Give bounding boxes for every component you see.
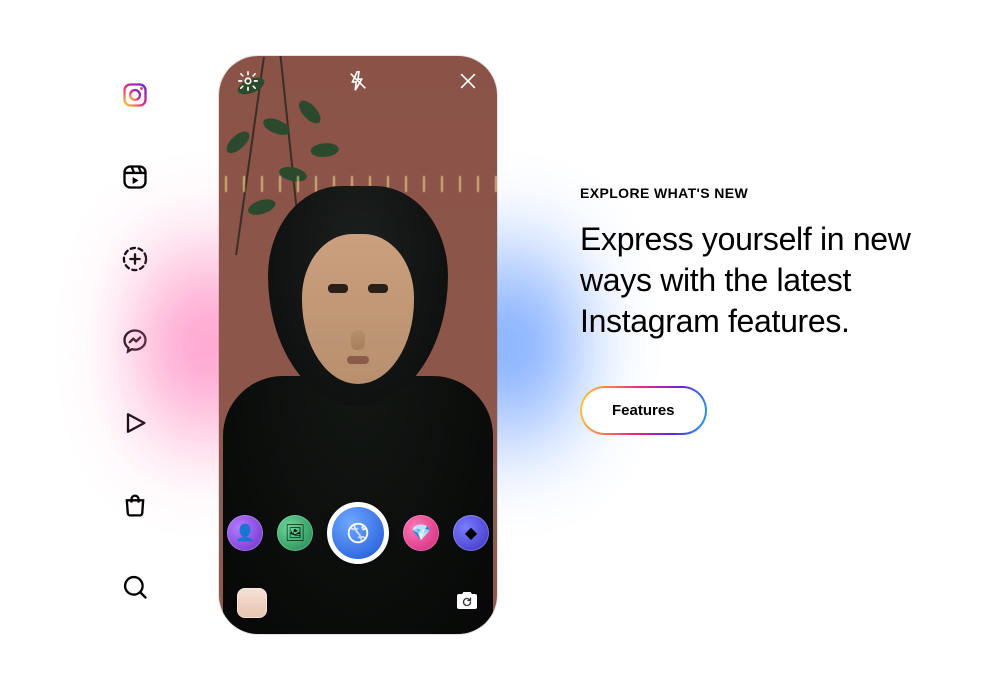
create-icon[interactable]: [120, 244, 150, 274]
phone-screen: 👤 🖼 💎 ◆: [218, 55, 498, 635]
instagram-icon[interactable]: [120, 80, 150, 110]
headline-text: Express yourself in new ways with the la…: [580, 219, 940, 342]
filter-glyph: 👤: [235, 523, 255, 543]
close-icon[interactable]: [457, 70, 479, 92]
search-icon[interactable]: [120, 572, 150, 602]
filter-option-2[interactable]: 🖼: [277, 515, 313, 551]
cta-gradient-border: Features: [580, 386, 707, 435]
filter-option-1[interactable]: 👤: [227, 515, 263, 551]
promo-text: EXPLORE WHAT'S NEW Express yourself in n…: [580, 185, 940, 435]
eyebrow-text: EXPLORE WHAT'S NEW: [580, 185, 940, 201]
features-button[interactable]: Features: [582, 388, 705, 433]
switch-camera-icon[interactable]: [455, 589, 479, 618]
messenger-icon[interactable]: [120, 326, 150, 356]
filter-option-3[interactable]: 💎: [403, 515, 439, 551]
reels-icon[interactable]: [120, 162, 150, 192]
filter-glyph: 🖼: [285, 523, 305, 543]
filter-option-4[interactable]: ◆: [453, 515, 489, 551]
filter-carousel[interactable]: 👤 🖼 💎 ◆: [219, 502, 497, 564]
play-icon[interactable]: [120, 408, 150, 438]
camera-bottom-bar: [219, 588, 497, 618]
filter-glyph: 💎: [411, 523, 431, 543]
settings-icon[interactable]: [237, 70, 259, 92]
flash-off-icon[interactable]: [347, 70, 369, 92]
phone-mockup: 👤 🖼 💎 ◆: [218, 55, 498, 635]
filter-glyph: ◆: [465, 523, 477, 543]
camera-top-bar: [219, 70, 497, 92]
shop-icon[interactable]: [120, 490, 150, 520]
shutter-button[interactable]: [327, 502, 389, 564]
gallery-thumbnail[interactable]: [237, 588, 267, 618]
feature-icon-rail: [120, 80, 150, 602]
